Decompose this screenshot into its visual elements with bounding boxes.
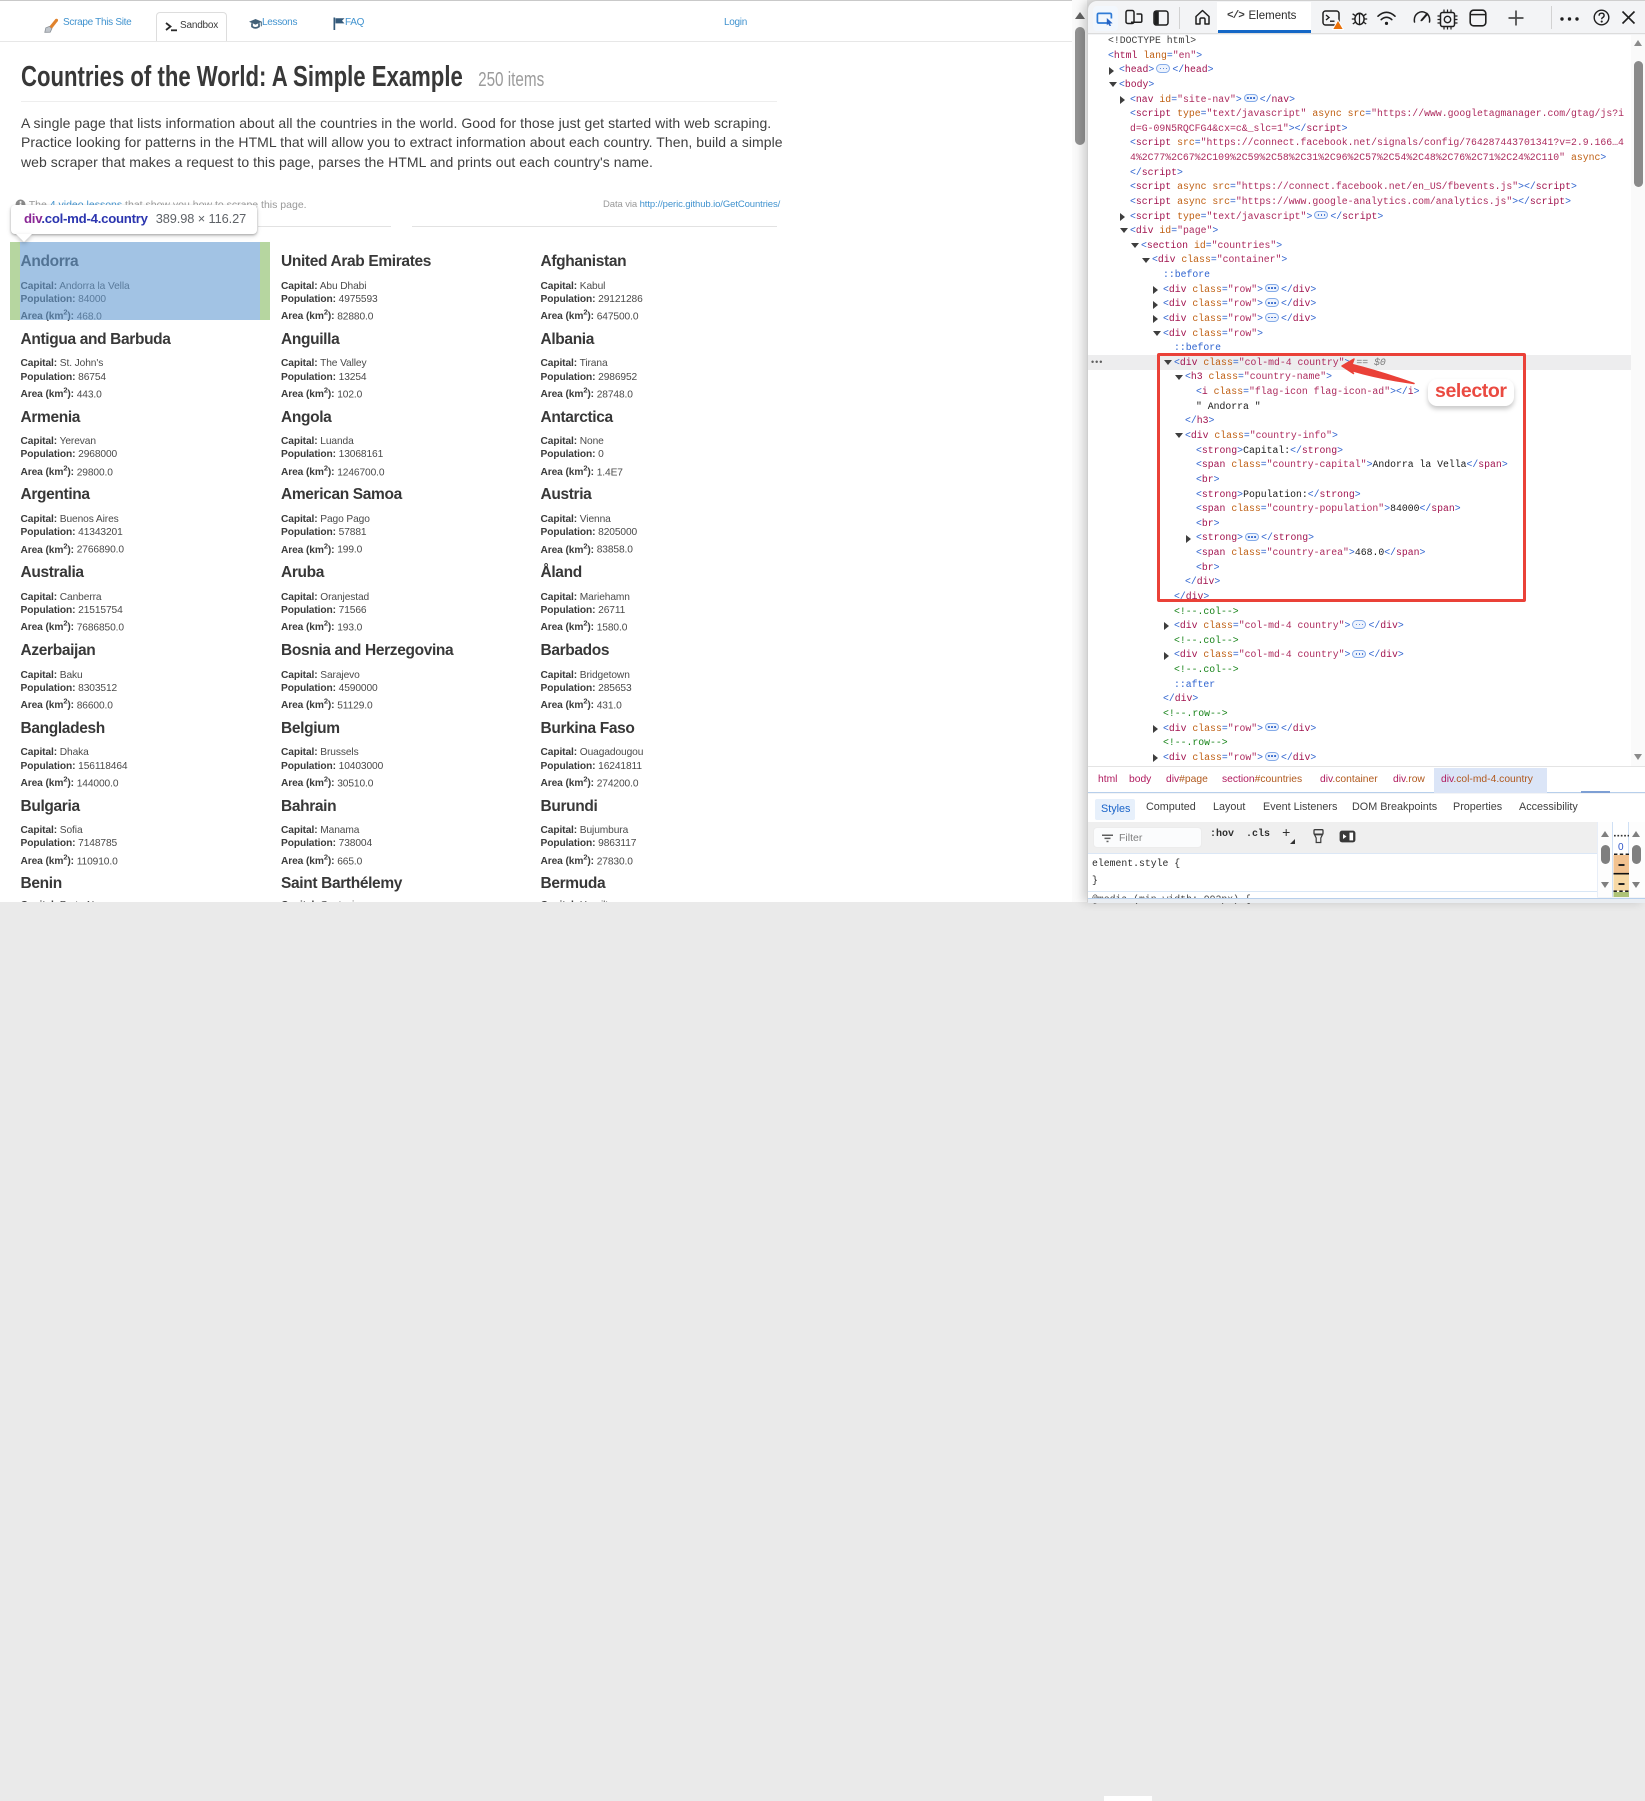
svg-text:0: 0	[1618, 842, 1624, 853]
